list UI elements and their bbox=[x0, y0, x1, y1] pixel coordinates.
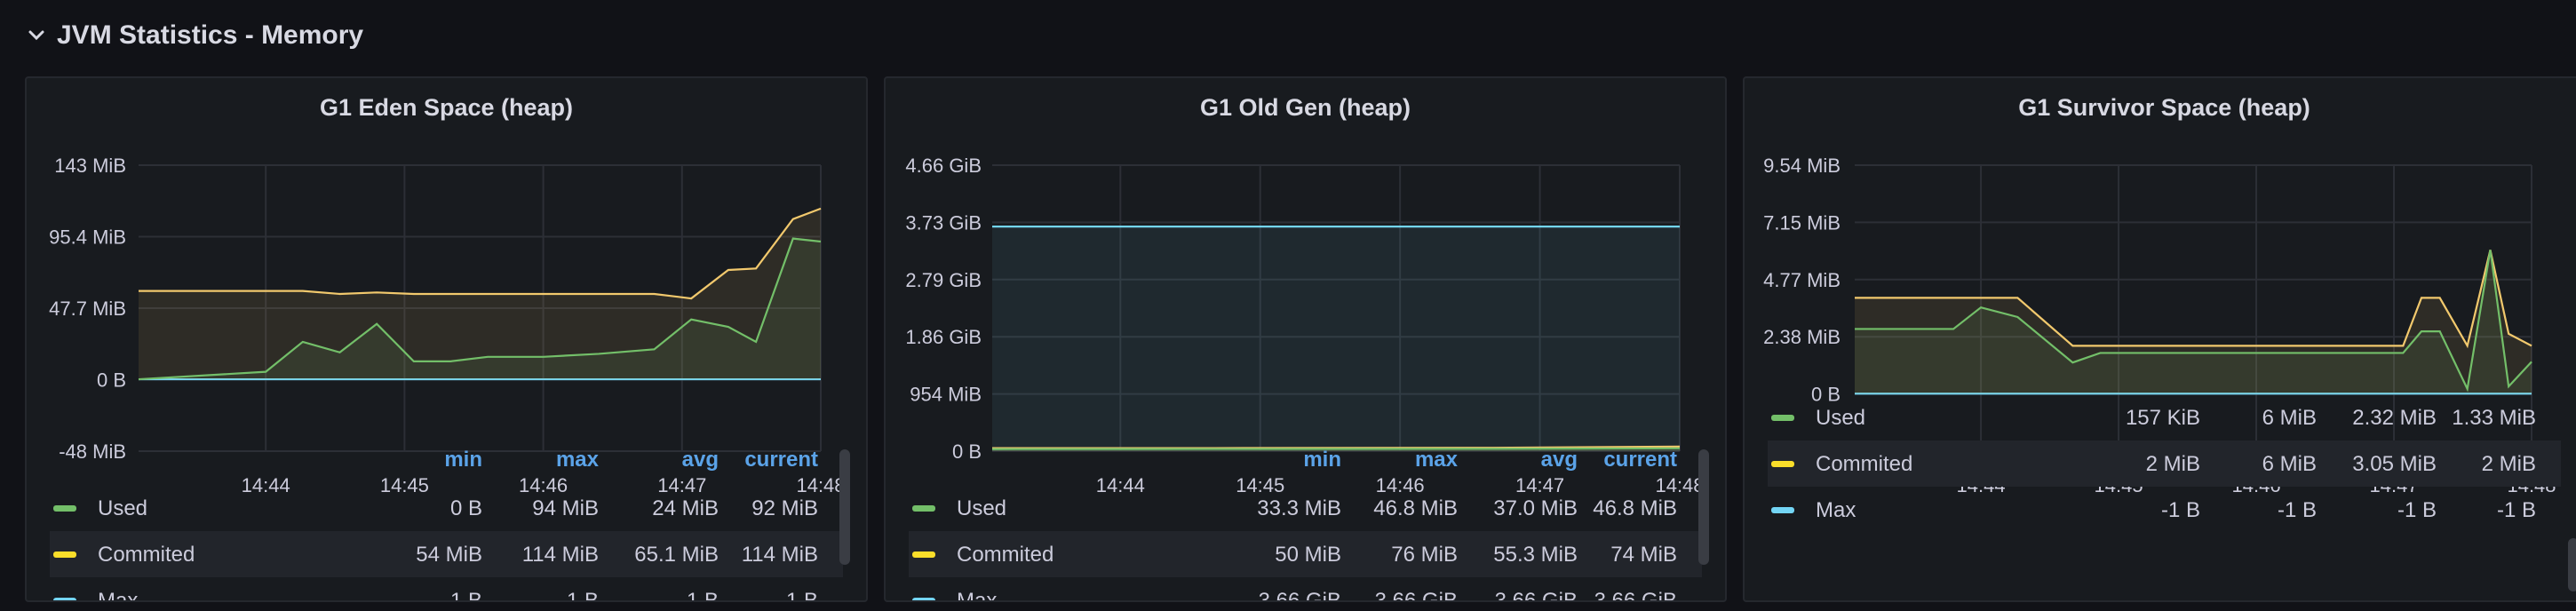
legend-current: 1.33 MiB bbox=[2452, 406, 2536, 430]
legend-row-used[interactable]: Used 33.3 MiB 46.8 MiB 37.0 MiB 46.8 MiB bbox=[909, 485, 1702, 531]
legend-min: 3.66 GiB bbox=[1258, 589, 1341, 602]
legend-max: -1 B bbox=[559, 589, 599, 602]
legend-row-max[interactable]: Max 3.66 GiB 3.66 GiB 3.66 GiB 3.66 GiB bbox=[909, 577, 1702, 602]
legend-max: 6 MiB bbox=[2262, 406, 2317, 430]
series-swatch[interactable] bbox=[1771, 507, 1794, 513]
legend-current: 46.8 MiB bbox=[1593, 496, 1677, 520]
legend-header-avg[interactable]: avg bbox=[682, 448, 719, 472]
y-tick-label: 143 MiB bbox=[54, 155, 126, 177]
legend-max: 94 MiB bbox=[532, 496, 599, 520]
series-swatch[interactable] bbox=[53, 551, 76, 558]
series-swatch[interactable] bbox=[912, 598, 935, 600]
legend-min: 50 MiB bbox=[1275, 543, 1341, 567]
legend-avg: 65.1 MiB bbox=[634, 543, 719, 567]
legend-header-current[interactable]: current bbox=[744, 448, 818, 472]
series-swatch[interactable] bbox=[1771, 415, 1794, 421]
legend-current: 92 MiB bbox=[751, 496, 818, 520]
chevron-down-icon[interactable] bbox=[25, 24, 48, 47]
legend-avg: 2.32 MiB bbox=[2352, 406, 2437, 430]
legend-scrollbar[interactable] bbox=[2568, 538, 2576, 591]
legend-max: -1 B bbox=[2277, 498, 2317, 522]
legend-min: 33.3 MiB bbox=[1257, 496, 1341, 520]
legend-header: min max avg current bbox=[50, 440, 843, 485]
series-swatch[interactable] bbox=[1771, 461, 1794, 467]
legend: Used 157 KiB 6 MiB 2.32 MiB 1.33 MiB Com… bbox=[1768, 394, 2561, 533]
legend-avg: 3.66 GiB bbox=[1494, 589, 1578, 602]
y-tick-label: 1.86 GiB bbox=[905, 326, 982, 348]
panel-g1-survivor[interactable]: G1 Survivor Space (heap) 9.54 MiB 7.15 Mi… bbox=[1743, 76, 2576, 602]
legend-series-name[interactable]: Max bbox=[1816, 498, 1856, 523]
legend-header-max[interactable]: max bbox=[1415, 448, 1458, 472]
legend-header-max[interactable]: max bbox=[556, 448, 599, 472]
legend-max: 6 MiB bbox=[2262, 452, 2317, 476]
legend-max: 76 MiB bbox=[1391, 543, 1458, 567]
legend: min max avg current Used 0 B 94 MiB 24 M… bbox=[50, 440, 843, 602]
panel-g1-eden[interactable]: G1 Eden Space (heap) 143 MiB 95.4 MiB 47.7… bbox=[25, 76, 868, 602]
legend-avg: 55.3 MiB bbox=[1493, 543, 1578, 567]
y-tick-label: 7.15 MiB bbox=[1763, 211, 1841, 234]
legend-scrollbar[interactable] bbox=[1698, 449, 1709, 565]
y-tick-label: 2.79 GiB bbox=[905, 269, 982, 291]
legend-min: 0 B bbox=[449, 496, 482, 520]
row-title: JVM Statistics - Memory bbox=[57, 20, 364, 50]
legend-current: 74 MiB bbox=[1610, 543, 1677, 567]
legend-series-name[interactable]: Commited bbox=[98, 543, 195, 567]
legend-max: 3.66 GiB bbox=[1374, 589, 1458, 602]
legend-min: 2 MiB bbox=[2145, 452, 2200, 476]
legend-max: 114 MiB bbox=[521, 543, 599, 567]
legend-header-min[interactable]: min bbox=[1303, 448, 1341, 472]
legend-max: 46.8 MiB bbox=[1373, 496, 1458, 520]
panel-g1-old-gen[interactable]: G1 Old Gen (heap) 4.66 GiB 3.73 GiB 2.79 G… bbox=[884, 76, 1727, 602]
legend-min: 157 KiB bbox=[2125, 406, 2200, 430]
legend-scrollbar[interactable] bbox=[839, 449, 850, 565]
series-swatch[interactable] bbox=[912, 551, 935, 558]
legend-avg: 37.0 MiB bbox=[1493, 496, 1578, 520]
legend-series-name[interactable]: Used bbox=[1816, 406, 1865, 431]
legend-current: 3.66 GiB bbox=[1594, 589, 1677, 602]
series-swatch[interactable] bbox=[53, 505, 76, 512]
legend-avg: 3.05 MiB bbox=[2352, 452, 2437, 476]
legend-header-avg[interactable]: avg bbox=[1541, 448, 1578, 472]
legend-avg: -1 B bbox=[679, 589, 719, 602]
legend-row-used[interactable]: Used 157 KiB 6 MiB 2.32 MiB 1.33 MiB bbox=[1768, 394, 2561, 440]
legend-row-commited[interactable]: Commited 2 MiB 6 MiB 3.05 MiB 2 MiB bbox=[1768, 440, 2561, 487]
legend-current: -1 B bbox=[778, 589, 818, 602]
legend-row-commited[interactable]: Commited 50 MiB 76 MiB 55.3 MiB 74 MiB bbox=[909, 531, 1702, 577]
legend-avg: -1 B bbox=[2397, 498, 2437, 522]
y-tick-label: 4.66 GiB bbox=[905, 155, 982, 177]
legend-avg: 24 MiB bbox=[652, 496, 719, 520]
series-swatch[interactable] bbox=[912, 505, 935, 512]
row-header[interactable]: JVM Statistics - Memory bbox=[25, 12, 363, 59]
y-tick-label: 3.73 GiB bbox=[905, 211, 982, 234]
y-tick-label: 9.54 MiB bbox=[1763, 155, 1841, 177]
y-tick-label: 954 MiB bbox=[910, 384, 982, 406]
y-tick-label: 0 B bbox=[97, 369, 126, 392]
legend: min max avg current Used 33.3 MiB 46.8 M… bbox=[909, 440, 1702, 602]
legend-series-name[interactable]: Max bbox=[957, 589, 997, 600]
legend-series-name[interactable]: Commited bbox=[1816, 452, 1912, 477]
legend-header: min max avg current bbox=[909, 440, 1702, 485]
y-tick-label: 2.38 MiB bbox=[1763, 326, 1841, 348]
legend-header-min[interactable]: min bbox=[444, 448, 482, 472]
legend-series-name[interactable]: Used bbox=[957, 496, 1006, 521]
legend-row-max[interactable]: Max -1 B -1 B -1 B -1 B bbox=[1768, 487, 2561, 533]
legend-min: -1 B bbox=[442, 589, 482, 602]
legend-current: -1 B bbox=[2496, 498, 2536, 522]
y-tick-label: 4.77 MiB bbox=[1763, 269, 1841, 291]
legend-series-name[interactable]: Used bbox=[98, 496, 147, 521]
legend-series-name[interactable]: Max bbox=[98, 589, 138, 600]
legend-min: 54 MiB bbox=[416, 543, 482, 567]
legend-current: 114 MiB bbox=[741, 543, 818, 567]
legend-row-max[interactable]: Max -1 B -1 B -1 B -1 B bbox=[50, 577, 843, 602]
legend-min: -1 B bbox=[2160, 498, 2200, 522]
legend-row-used[interactable]: Used 0 B 94 MiB 24 MiB 92 MiB bbox=[50, 485, 843, 531]
series-area-max bbox=[992, 226, 1680, 451]
y-tick-label: 47.7 MiB bbox=[49, 298, 126, 320]
y-tick-label: 95.4 MiB bbox=[49, 226, 126, 249]
series-swatch[interactable] bbox=[53, 598, 76, 600]
legend-row-commited[interactable]: Commited 54 MiB 114 MiB 65.1 MiB 114 MiB bbox=[50, 531, 843, 577]
legend-series-name[interactable]: Commited bbox=[957, 543, 1053, 567]
legend-current: 2 MiB bbox=[2481, 452, 2536, 476]
legend-header-current[interactable]: current bbox=[1603, 448, 1677, 472]
